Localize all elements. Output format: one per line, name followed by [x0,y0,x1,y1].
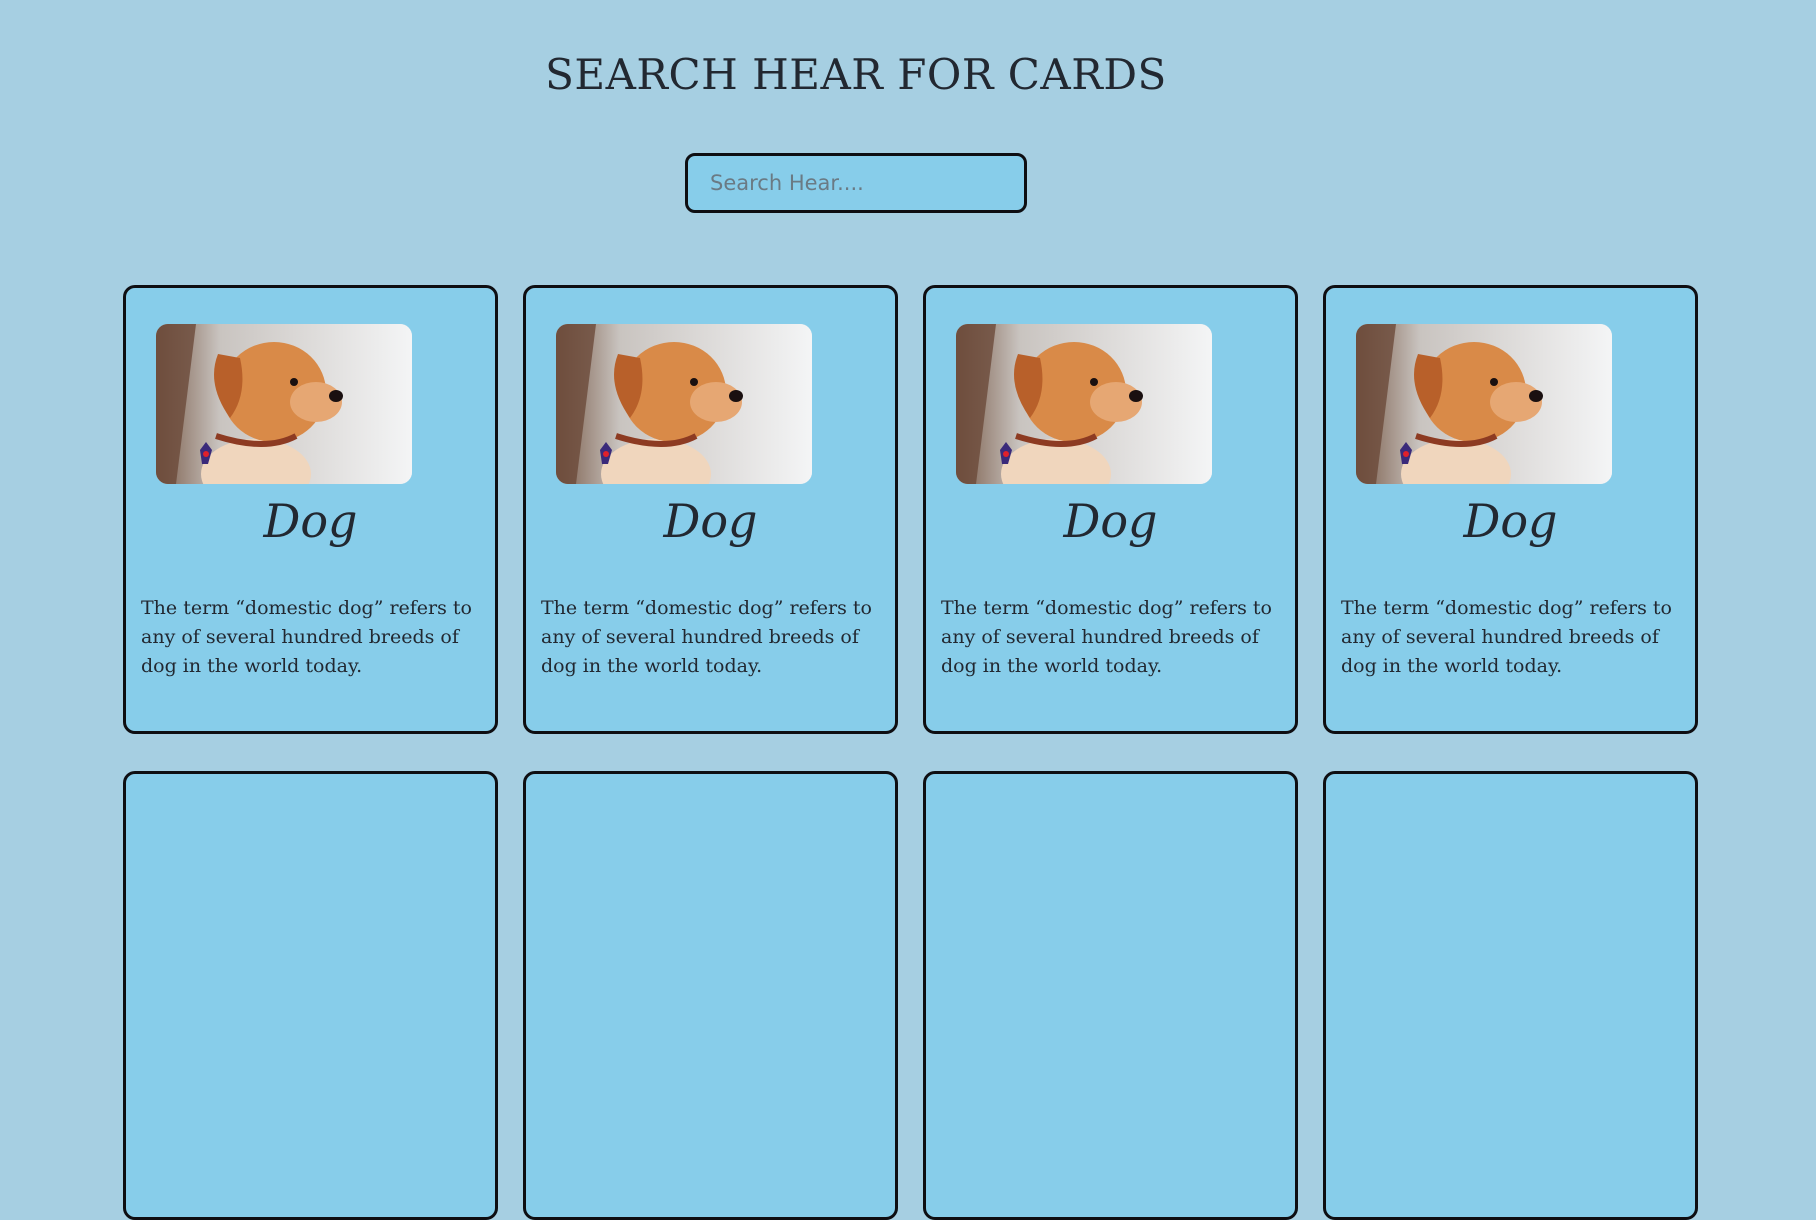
search-input[interactable] [685,153,1027,213]
card[interactable] [523,771,898,1220]
card-title: Dog [1463,494,1558,548]
card-description: The term “domestic dog” refers to any of… [1341,597,1672,677]
card[interactable]: Dog The term “domestic dog” refers to an… [1323,285,1698,734]
puppy-photo [1356,324,1612,484]
card[interactable] [1323,771,1698,1220]
page-title: SEARCH HEAR FOR CARDS [545,50,1167,99]
card-description: The term “domestic dog” refers to any of… [541,597,872,677]
card-title: Dog [1063,494,1158,548]
card[interactable]: Dog The term “domestic dog” refers to an… [123,285,498,734]
search-box [685,153,1027,213]
card-grid: Dog The term “domestic dog” refers to an… [123,285,1703,1220]
puppy-photo [156,324,412,484]
card[interactable] [123,771,498,1220]
card-description: The term “domestic dog” refers to any of… [941,597,1272,677]
card-description: The term “domestic dog” refers to any of… [141,597,472,677]
puppy-photo [556,324,812,484]
card-title: Dog [663,494,758,548]
card[interactable] [923,771,1298,1220]
card[interactable]: Dog The term “domestic dog” refers to an… [923,285,1298,734]
puppy-photo [956,324,1212,484]
card[interactable]: Dog The term “domestic dog” refers to an… [523,285,898,734]
card-title: Dog [263,494,358,548]
